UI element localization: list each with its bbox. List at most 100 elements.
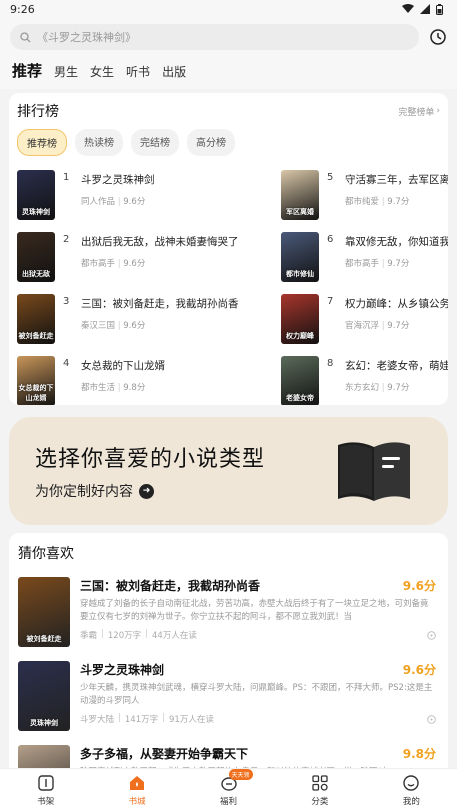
guess-body: 斗罗之灵珠神剑 9.6分 少年天麟，携灵珠神剑武魂，横穿斗罗大陆，问鼎巅峰。PS：不… (80, 661, 436, 731)
tab-audiobook[interactable]: 听书 (126, 63, 150, 80)
rank-tab-finished[interactable]: 完结榜 (131, 129, 179, 156)
ranking-item[interactable]: 老婆女帝 8 玄幻：老婆女帝，萌娃 东方玄幻 | 9.7分 (281, 356, 448, 405)
bottom-nav-welfare[interactable]: 天天领 福利 (183, 769, 274, 812)
bottom-nav-profile[interactable]: 我的 (366, 769, 457, 812)
search-icon (20, 31, 31, 42)
cover-title: 女总裁的下山龙婿 (18, 384, 54, 402)
wifi-icon (402, 4, 414, 13)
rank-number: 5 (327, 172, 334, 183)
ranking-item[interactable]: 被刘备赶走 3 三国：被刘备赶走，我截胡孙尚香 秦汉三国 | 9.6分 (17, 294, 275, 344)
ranking-tabs: 推荐榜 热读榜 完结榜 高分榜 (17, 129, 448, 156)
rank-info: 守活寡三年，去军区离 都市纯爱 | 9.7分 (345, 170, 448, 220)
search-row: 《斗罗之灵珠神剑》 (0, 18, 457, 50)
banner-title: 选择你喜爱的小说类型 (35, 447, 266, 472)
bottom-nav-bookshelf[interactable]: 书架 (0, 769, 91, 812)
bottom-nav-label: 福利 (220, 797, 238, 807)
rank-info: 权力巅峰：从乡镇公务 官海沉浮 | 9.7分 (345, 294, 448, 344)
search-input[interactable]: 《斗罗之灵珠神剑》 (10, 24, 419, 50)
guess-meta: 斗罗大陆 | 141万字 | 91万人在读 (80, 713, 436, 725)
rank-tab-highscore[interactable]: 高分榜 (187, 129, 235, 156)
book-readers: 91万人在读 (169, 715, 214, 725)
rank-tab-recommend[interactable]: 推荐榜 (17, 129, 67, 156)
chevron-right-icon: › (436, 106, 440, 116)
book-cover: 军区离婚 (281, 170, 319, 220)
meta-separator: | (117, 197, 121, 207)
cover-title: 军区离婚 (286, 208, 314, 216)
ranking-card: 排行榜 完整榜单 › 推荐榜 热读榜 完结榜 高分榜 灵珠神剑 1 斗罗之灵珠神剑同… (9, 93, 448, 405)
more-options-icon[interactable] (427, 630, 436, 640)
rank-info: 出狱后我无敌，战神未婚妻悔哭了 都市高手 | 9.6分 (81, 232, 239, 282)
book-genre: 东方玄幻 (345, 383, 380, 393)
ranking-item[interactable]: 权力巅峰 7 权力巅峰：从乡镇公务 官海沉浮 | 9.7分 (281, 294, 448, 344)
book-meta: 官海沉浮 | 9.7分 (345, 319, 448, 331)
book-cover: 灵珠神剑 (18, 661, 70, 731)
guess-list: 被刘备赶走 三国：被刘备赶走，我截胡孙尚香 9.6分 穿越成了刘备的长子自动南征北战，… (18, 577, 448, 783)
bookshelf-icon (38, 775, 54, 791)
meta-separator: | (162, 713, 165, 723)
guess-top: 三国：被刘备赶走，我截胡孙尚香 9.6分 (80, 577, 436, 594)
search-placeholder: 《斗罗之灵珠神剑》 (37, 31, 136, 44)
book-score: 9.7分 (387, 383, 410, 393)
book-score: 9.7分 (387, 259, 410, 269)
status-bar: 9:26 (0, 0, 457, 18)
book-words: 120万字 (107, 631, 142, 641)
rank-tab-hot[interactable]: 热读榜 (75, 129, 123, 156)
bottom-nav-bookstore[interactable]: 书城 (91, 769, 182, 812)
meta-separator: | (101, 629, 104, 639)
banner-text: 选择你喜爱的小说类型 为你定制好内容 ➜ (35, 441, 265, 501)
guess-meta: 季霸 | 120万字 | 44万人在读 (80, 629, 436, 641)
book-cover: 女总裁的下山龙婿 (17, 356, 55, 405)
guess-top: 斗罗之灵珠神剑 9.6分 (80, 661, 436, 678)
book-genre: 官海沉浮 (345, 321, 380, 331)
genre-banner[interactable]: 选择你喜爱的小说类型 为你定制好内容 ➜ (9, 417, 448, 525)
book-meta: 都市高手 | 9.7分 (345, 257, 448, 269)
more-options-icon[interactable] (427, 714, 436, 724)
category-nav-tabs: 推荐 男生 女生 听书 出版 (0, 50, 457, 89)
tab-recommend[interactable]: 推荐 (12, 60, 42, 81)
ranking-grid: 灵珠神剑 1 斗罗之灵珠神剑 同人作品 | 9.6分 出狱无敌 2 出狱后我无敌，战神未婚妻… (17, 170, 448, 405)
book-cover: 都市修仙 (281, 232, 319, 282)
rank-info: 三国：被刘备赶走，我截胡孙尚香 秦汉三国 | 9.6分 (81, 294, 239, 344)
meta-separator: | (117, 259, 121, 269)
bottom-nav-category[interactable]: 分类 (274, 769, 365, 812)
bottom-nav-label: 我的 (402, 797, 420, 807)
book-score: 9.6分 (123, 321, 146, 331)
ranking-column-left: 灵珠神剑 1 斗罗之灵珠神剑 同人作品 | 9.6分 出狱无敌 2 出狱后我无敌，战神未婚妻… (17, 170, 275, 405)
book-meta: 秦汉三国 | 9.6分 (81, 319, 239, 331)
book-genre: 都市高手 (81, 259, 116, 269)
book-title: 三国：被刘备赶走，我截胡孙尚香 (81, 298, 239, 310)
book-score: 9.7分 (387, 321, 410, 331)
meta-separator: | (381, 321, 385, 331)
category-icon (312, 775, 328, 791)
guess-body: 三国：被刘备赶走，我截胡孙尚香 9.6分 穿越成了刘备的长子自动南征北战，劳苦功高，… (80, 577, 436, 647)
tab-female[interactable]: 女生 (90, 63, 114, 80)
rank-info: 靠双修无敌，你知道我 都市高手 | 9.7分 (345, 232, 448, 282)
tab-publish[interactable]: 出版 (162, 63, 186, 80)
meta-separator: | (145, 629, 148, 639)
cover-title: 权力巅峰 (286, 332, 314, 340)
ranking-item[interactable]: 女总裁的下山龙婿 4 女总裁的下山龙婿 都市生活 | 9.8分 (17, 356, 275, 405)
banner-subtitle: 为你定制好内容 (35, 484, 133, 500)
cover-title: 都市修仙 (286, 270, 314, 278)
ranking-item[interactable]: 灵珠神剑 1 斗罗之灵珠神剑 同人作品 | 9.6分 (17, 170, 275, 220)
guess-item[interactable]: 灵珠神剑 斗罗之灵珠神剑 9.6分 少年天麟，携灵珠神剑武魂，横穿斗罗大陆，问鼎巅峰。… (18, 661, 448, 731)
bottom-nav-label: 分类 (311, 797, 329, 807)
status-icons (402, 3, 443, 15)
ranking-more-label: 完整榜单 (398, 107, 435, 118)
meta-separator: | (381, 383, 385, 393)
signal-icon (420, 4, 430, 14)
book-genre: 都市纯爱 (345, 197, 380, 207)
book-title: 三国：被刘备赶走，我截胡孙尚香 (80, 579, 261, 593)
rank-number: 4 (63, 358, 70, 369)
ranking-item[interactable]: 都市修仙 6 靠双修无敌，你知道我 都市高手 | 9.7分 (281, 232, 448, 282)
ranking-item[interactable]: 出狱无敌 2 出狱后我无敌，战神未婚妻悔哭了 都市高手 | 9.6分 (17, 232, 275, 282)
ranking-item[interactable]: 军区离婚 5 守活寡三年，去军区离 都市纯爱 | 9.7分 (281, 170, 448, 220)
book-genre: 秦汉三国 (81, 321, 116, 331)
book-meta: 都市纯爱 | 9.7分 (345, 195, 448, 207)
ranking-more-link[interactable]: 完整榜单 › (398, 105, 440, 118)
tab-male[interactable]: 男生 (54, 63, 78, 80)
history-clock-icon[interactable] (429, 28, 447, 46)
guess-item[interactable]: 被刘备赶走 三国：被刘备赶走，我截胡孙尚香 9.6分 穿越成了刘备的长子自动南征北战，… (18, 577, 448, 647)
rank-number: 8 (327, 358, 334, 369)
book-cover: 被刘备赶走 (17, 294, 55, 344)
